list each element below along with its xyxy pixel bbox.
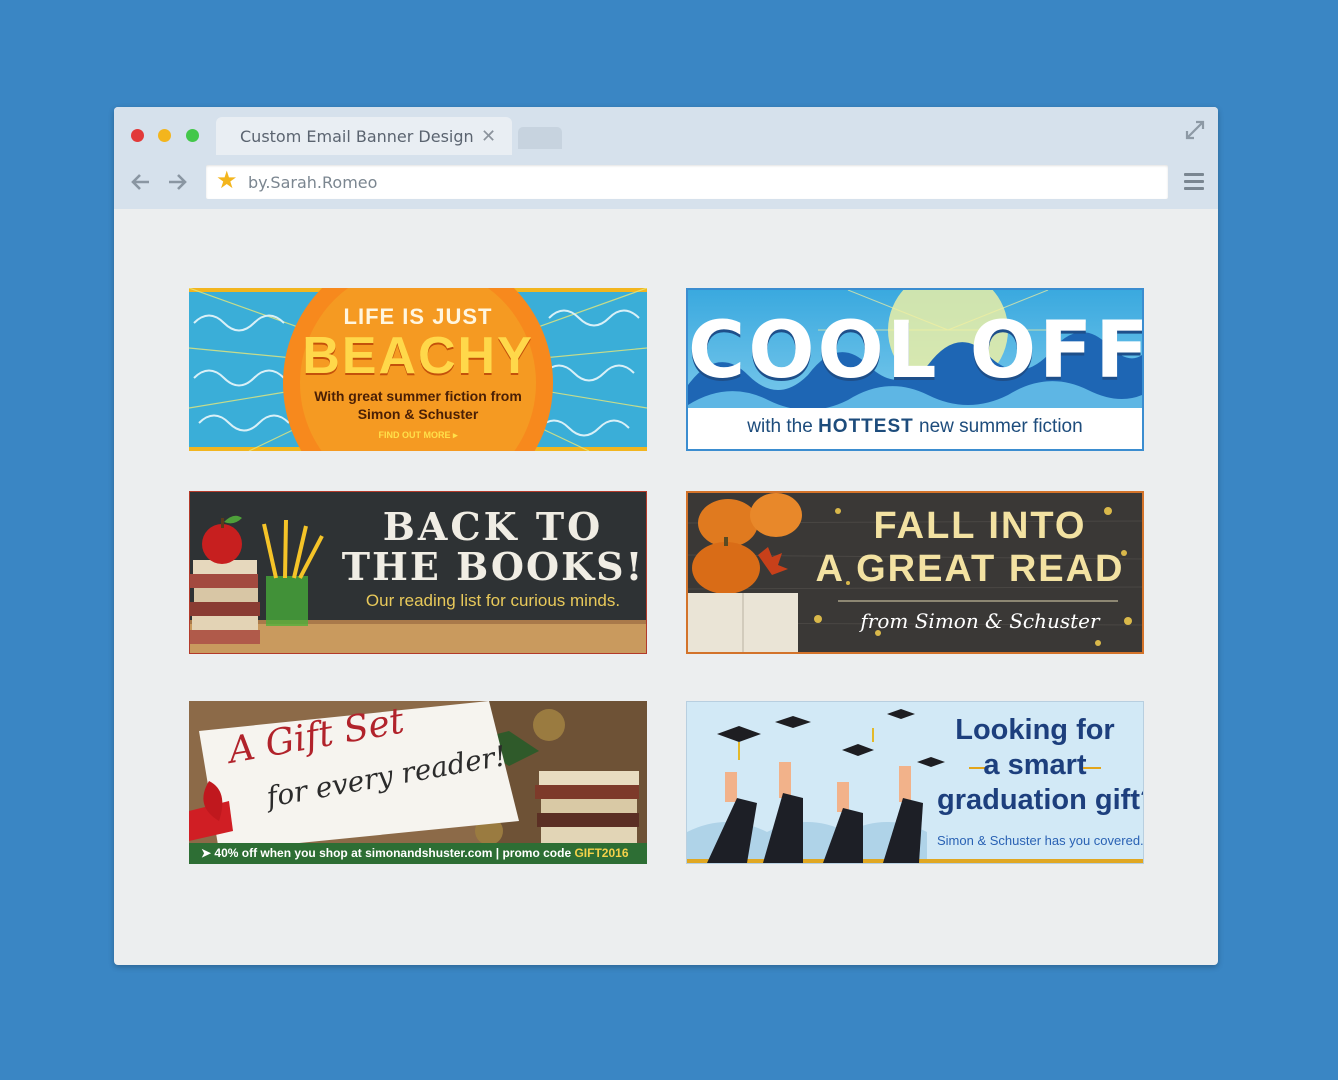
- cool-off-sub-bold: HOTTEST: [818, 416, 914, 437]
- graduation-dash-right: [1083, 767, 1101, 769]
- banner-fall[interactable]: FALL INTO A GREAT READ from Simon & Schu…: [686, 491, 1144, 654]
- beachy-line2: BEACHY: [302, 327, 534, 385]
- gift-promo-text: ➤ 40% off when you shop at simonandshust…: [201, 846, 575, 860]
- graduation-line1: Looking for: [955, 714, 1115, 746]
- gift-promo[interactable]: ➤ 40% off when you shop at simonandshust…: [201, 846, 629, 860]
- tab-title: Custom Email Banner Design: [240, 127, 474, 146]
- graduation-line2: a smart: [983, 749, 1087, 781]
- apple-illustration: [202, 524, 242, 564]
- cool-off-subline: with the HOTTEST new summer fiction: [688, 416, 1142, 438]
- title-bar: Custom Email Banner Design ✕: [114, 107, 1218, 155]
- back-arrow-icon[interactable]: [130, 171, 152, 193]
- banner-graduation[interactable]: Looking for a smart graduation gift? Sim…: [686, 701, 1144, 864]
- beachy-sub1: With great summer fiction from: [314, 388, 522, 404]
- url-text: by.Sarah.Romeo: [248, 173, 378, 192]
- banner-beachy[interactable]: LIFE IS JUST BEACHY With great summer fi…: [189, 288, 647, 451]
- minimize-window-button[interactable]: [158, 129, 171, 142]
- new-tab-button[interactable]: [518, 127, 562, 149]
- beachy-cta[interactable]: FIND OUT MORE ▸: [189, 430, 647, 441]
- banner-cool-off[interactable]: COOL OFF with the HOTTEST new summer fic…: [686, 288, 1144, 451]
- banner-back-to-books[interactable]: BACK TO THE BOOKS! Our reading list for …: [189, 491, 647, 654]
- graduation-line3: graduation gift?: [937, 784, 1144, 816]
- toolbar: ★ by.Sarah.Romeo: [114, 155, 1218, 209]
- forward-arrow-icon[interactable]: [166, 171, 188, 193]
- graduation-sub: Simon & Schuster has you covered.: [937, 833, 1144, 848]
- browser-window: Custom Email Banner Design ✕ ★ by.Sarah.…: [114, 107, 1218, 965]
- tab-close-icon[interactable]: ✕: [481, 126, 496, 147]
- book-stack-illustration: [190, 560, 260, 644]
- menu-icon[interactable]: [1184, 173, 1204, 191]
- fall-line2: A GREAT READ: [815, 548, 1125, 590]
- cool-off-headline: COOL OFF: [688, 306, 1144, 396]
- bookmark-star-icon[interactable]: ★: [216, 169, 238, 193]
- cool-off-sub-pre: with the: [747, 416, 819, 437]
- ornament-illustration: [533, 709, 565, 741]
- gift-promo-code: GIFT2016: [574, 846, 629, 860]
- back-to-books-sub: Our reading list for curious minds.: [365, 591, 621, 610]
- address-bar[interactable]: ★ by.Sarah.Romeo: [206, 165, 1168, 199]
- pencil-cup-illustration: [266, 576, 308, 626]
- book-stack-illustration: [535, 771, 639, 843]
- banner-gift[interactable]: A Gift Set for every reader! ➤ 40% off w…: [189, 701, 647, 864]
- expand-icon[interactable]: [1184, 119, 1206, 141]
- beachy-sub2: Simon & Schuster: [357, 406, 479, 422]
- back-to-books-line2: THE BOOKS!: [341, 544, 645, 589]
- maximize-window-button[interactable]: [186, 129, 199, 142]
- fall-sub: from Simon & Schuster: [860, 609, 1100, 633]
- fall-line1: FALL INTO: [873, 505, 1087, 547]
- cool-off-sub-post: new summer fiction: [913, 416, 1083, 437]
- close-window-button[interactable]: [131, 129, 144, 142]
- browser-tab[interactable]: Custom Email Banner Design ✕: [216, 117, 512, 155]
- back-to-books-line1: BACK TO: [382, 504, 604, 549]
